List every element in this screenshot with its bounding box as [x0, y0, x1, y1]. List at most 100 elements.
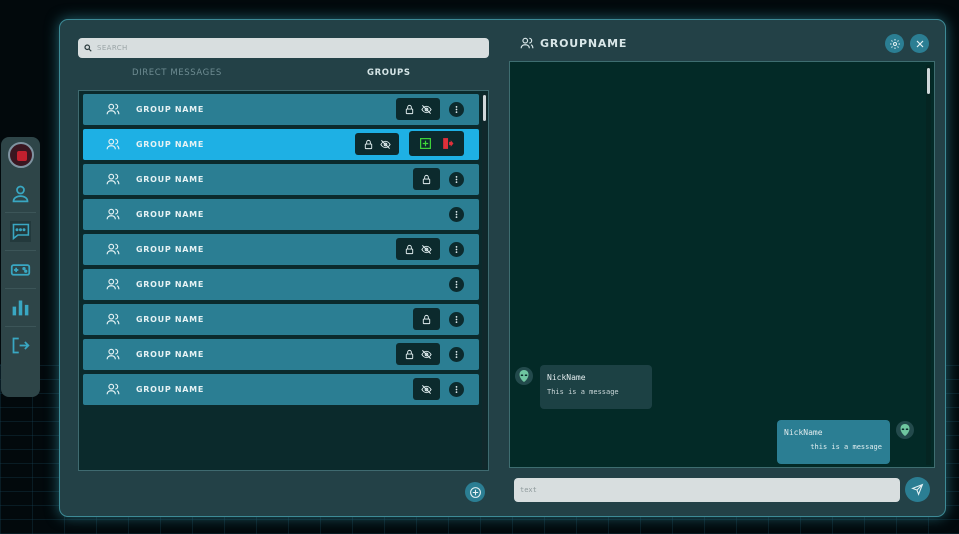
group-row[interactable]: GROUP NAME	[83, 339, 479, 370]
alien-avatar-icon	[896, 421, 914, 439]
kebab-icon	[455, 316, 458, 323]
kebab-icon	[455, 211, 458, 218]
group-icon	[106, 313, 120, 325]
settings-button[interactable]	[885, 34, 904, 53]
gamepad-icon	[10, 264, 31, 276]
user-avatar[interactable]	[7, 142, 34, 168]
create-group-button[interactable]	[465, 482, 485, 502]
privacy-badge	[396, 238, 440, 260]
group-row[interactable]: GROUP NAME	[83, 94, 479, 125]
privacy-badge	[413, 308, 440, 330]
privacy-badge	[413, 168, 440, 190]
chat-scrollbar-track[interactable]	[926, 65, 931, 465]
privacy-badge	[355, 133, 399, 155]
alien-avatar-icon	[515, 367, 533, 385]
group-icon	[106, 383, 120, 395]
group-icon	[106, 348, 120, 360]
group-row[interactable]: GROUP NAME	[83, 304, 479, 335]
group-icon	[106, 243, 120, 255]
more-options-button[interactable]	[449, 312, 464, 327]
lock-icon	[405, 349, 414, 359]
group-icon	[106, 173, 120, 185]
chat-messages: NickName This is a message NickName this…	[509, 61, 935, 468]
eye-off-icon	[380, 139, 391, 149]
profile-icon	[12, 185, 29, 202]
send-icon	[911, 483, 924, 496]
group-row[interactable]: GROUP NAME	[83, 269, 479, 300]
message-bubble-received: NickName This is a message	[540, 365, 652, 409]
close-icon	[916, 40, 923, 47]
group-row[interactable]: GROUP NAME	[83, 164, 479, 195]
group-actions	[409, 131, 464, 156]
more-options-button[interactable]	[449, 102, 464, 117]
more-options-button[interactable]	[449, 172, 464, 187]
eye-off-icon	[421, 349, 432, 359]
tab-direct-messages[interactable]: DIRECT MESSAGES	[132, 68, 222, 78]
privacy-badge	[396, 343, 440, 365]
close-button[interactable]	[910, 34, 929, 53]
gear-icon	[889, 38, 900, 49]
group-name: GROUP NAME	[136, 140, 204, 149]
group-name: GROUP NAME	[136, 350, 204, 359]
group-name: GROUP NAME	[136, 245, 204, 254]
chat-title: GROUPNAME	[540, 37, 628, 50]
more-options-button[interactable]	[449, 382, 464, 397]
eye-off-icon	[421, 244, 432, 254]
more-options-button[interactable]	[449, 277, 464, 292]
eye-off-icon	[421, 104, 432, 114]
privacy-badge	[413, 378, 440, 400]
group-icon	[106, 278, 120, 290]
lock-icon	[405, 244, 414, 254]
kebab-icon	[455, 281, 458, 288]
list-scrollbar-thumb[interactable]	[483, 95, 486, 121]
lock-icon	[422, 174, 431, 184]
group-row-selected[interactable]: GROUP NAME	[83, 129, 479, 160]
nav-game[interactable]	[5, 250, 36, 288]
message-text: this is a message	[810, 443, 882, 451]
message-text: This is a message	[547, 388, 619, 396]
group-icon	[520, 37, 534, 49]
leaderboard-icon	[12, 300, 29, 316]
group-list: GROUP NAME GROUP NAME GROUP NAME GROUP N…	[78, 90, 489, 471]
group-icon	[106, 208, 120, 220]
more-options-button[interactable]	[449, 242, 464, 257]
message-input[interactable]	[514, 478, 900, 502]
group-name: GROUP NAME	[136, 315, 204, 324]
message-nickname: NickName	[547, 373, 586, 382]
search-input[interactable]	[97, 44, 477, 52]
leave-group-icon[interactable]	[441, 137, 454, 150]
group-row[interactable]: GROUP NAME	[83, 374, 479, 405]
main-panel: DIRECT MESSAGES GROUPS GROUP NAME GROUP …	[59, 19, 946, 517]
group-name: GROUP NAME	[136, 280, 204, 289]
search-bar[interactable]	[78, 38, 489, 58]
tab-groups[interactable]: GROUPS	[367, 68, 411, 78]
chat-icon	[10, 221, 31, 242]
plus-circle-icon	[469, 486, 481, 498]
more-options-button[interactable]	[449, 347, 464, 362]
kebab-icon	[455, 351, 458, 358]
kebab-icon	[455, 246, 458, 253]
list-scrollbar-track[interactable]	[482, 94, 487, 469]
group-icon	[106, 138, 120, 150]
message-bubble-sent: NickName this is a message	[777, 420, 890, 464]
kebab-icon	[455, 386, 458, 393]
add-member-icon[interactable]	[419, 137, 432, 150]
nav-chat[interactable]	[5, 212, 36, 250]
nav-leaderboard[interactable]	[5, 288, 36, 326]
group-name: GROUP NAME	[136, 105, 204, 114]
more-options-button[interactable]	[449, 207, 464, 222]
chat-scrollbar-thumb[interactable]	[927, 68, 930, 94]
logout-icon	[12, 337, 30, 354]
lock-icon	[364, 139, 373, 149]
eye-off-icon	[421, 384, 432, 394]
group-row[interactable]: GROUP NAME	[83, 199, 479, 230]
group-name: GROUP NAME	[136, 385, 204, 394]
lock-icon	[422, 314, 431, 324]
group-row[interactable]: GROUP NAME	[83, 234, 479, 265]
side-nav	[1, 137, 40, 397]
send-button[interactable]	[905, 477, 930, 502]
kebab-icon	[455, 106, 458, 113]
nav-logout[interactable]	[5, 326, 36, 364]
privacy-badge	[396, 98, 440, 120]
nav-profile[interactable]	[5, 174, 36, 212]
